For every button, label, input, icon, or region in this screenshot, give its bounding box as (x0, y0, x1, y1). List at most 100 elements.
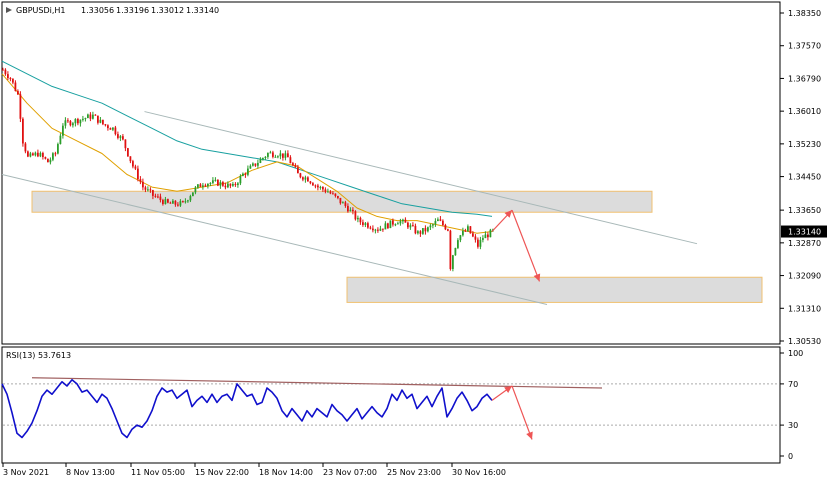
candle-body (32, 153, 34, 156)
candle-body (339, 197, 342, 204)
candle-body (57, 144, 59, 154)
price-tick-label: 1.36010 (788, 107, 821, 116)
candle-body (129, 156, 132, 162)
candle-body (192, 192, 194, 197)
candle-body (152, 190, 154, 196)
candle-body (417, 231, 419, 234)
candle-body (434, 221, 437, 225)
candle-body (452, 255, 454, 269)
candle-body (422, 228, 424, 234)
candle-body (332, 193, 334, 195)
time-tick-label: 25 Nov 23:00 (387, 468, 441, 477)
candle-body (119, 136, 122, 138)
candle-body (134, 166, 137, 169)
low-value: 1.33012 (151, 6, 184, 15)
candle-body (117, 134, 119, 138)
candle-body (27, 151, 29, 157)
time-tick-label: 3 Nov 2021 (3, 468, 49, 477)
candle-body (407, 222, 409, 228)
candle-body (87, 114, 89, 119)
price-tick-label: 1.31310 (788, 304, 821, 313)
candle-body (19, 94, 22, 119)
candle-body (217, 179, 219, 186)
candle-body (412, 225, 414, 227)
candle-body (227, 183, 229, 188)
candle-body (459, 235, 462, 241)
candle-body (24, 143, 27, 152)
candle-body (354, 211, 357, 220)
candle-body (457, 240, 459, 248)
candle-body (432, 224, 434, 226)
candle-body (427, 227, 429, 232)
candle-body (384, 223, 387, 230)
candle-body (64, 120, 67, 126)
candle-body (67, 120, 69, 122)
candle-body (374, 229, 377, 231)
candle-body (349, 209, 352, 212)
candle-body (309, 181, 312, 184)
rsi-tick-label: 0 (788, 452, 793, 461)
candle-body (269, 152, 272, 154)
candle-body (234, 183, 237, 186)
candle-body (352, 209, 354, 212)
candle-body (222, 182, 224, 186)
candle-body (259, 159, 262, 163)
candle-body (142, 181, 144, 188)
candle-body (62, 125, 64, 136)
candle-body (377, 229, 379, 231)
candle-body (464, 230, 467, 232)
candle-body (382, 228, 384, 230)
rsi-panel (1, 346, 781, 464)
candle-body (189, 196, 192, 201)
candle-body (372, 228, 374, 231)
candle-body (402, 219, 404, 222)
open-value: 1.33056 (81, 6, 114, 15)
candle-body (442, 220, 444, 226)
candle-body (139, 179, 142, 182)
candle-body (282, 153, 284, 158)
candle-body (312, 183, 314, 186)
candle-body (204, 185, 207, 187)
candle-body (224, 185, 227, 188)
candle-body (162, 200, 164, 205)
price-tick-label: 1.36790 (788, 74, 821, 83)
candle-body (357, 217, 359, 220)
close-value: 1.33140 (186, 6, 219, 15)
candle-body (154, 195, 157, 197)
candle-body (157, 196, 159, 198)
candle-body (97, 115, 99, 123)
candle-body (439, 219, 442, 221)
rsi-tick-label: 100 (788, 349, 803, 358)
candle-body (287, 153, 289, 158)
candle-body (77, 119, 79, 124)
candle-body (279, 153, 282, 157)
candle-body (472, 233, 474, 237)
candle-body (22, 118, 24, 144)
price-tick-label: 1.37570 (788, 42, 821, 51)
candle-body (367, 223, 369, 228)
candle-body (52, 153, 54, 160)
time-tick-label: 23 Nov 07:00 (323, 468, 377, 477)
candle-body (89, 114, 92, 119)
candle-body (274, 156, 277, 158)
candle-body (394, 224, 397, 226)
candle-body (109, 128, 112, 130)
candle-body (334, 193, 337, 197)
candle-body (112, 127, 114, 130)
candle-body (74, 119, 77, 124)
candle-body (392, 220, 394, 225)
candle-body (247, 168, 249, 175)
candle-body (292, 163, 294, 166)
candle-body (122, 136, 124, 140)
candle-body (462, 230, 464, 236)
candle-body (254, 163, 257, 166)
candle-body (102, 119, 104, 125)
time-tick-label: 11 Nov 05:00 (131, 468, 185, 477)
current-price-label: 1.33140 (788, 228, 821, 237)
candle-body (482, 238, 484, 240)
candle-body (229, 183, 232, 186)
candle-body (252, 163, 254, 166)
candle-body (272, 152, 274, 157)
candle-body (137, 168, 139, 180)
candle-body (187, 200, 189, 202)
